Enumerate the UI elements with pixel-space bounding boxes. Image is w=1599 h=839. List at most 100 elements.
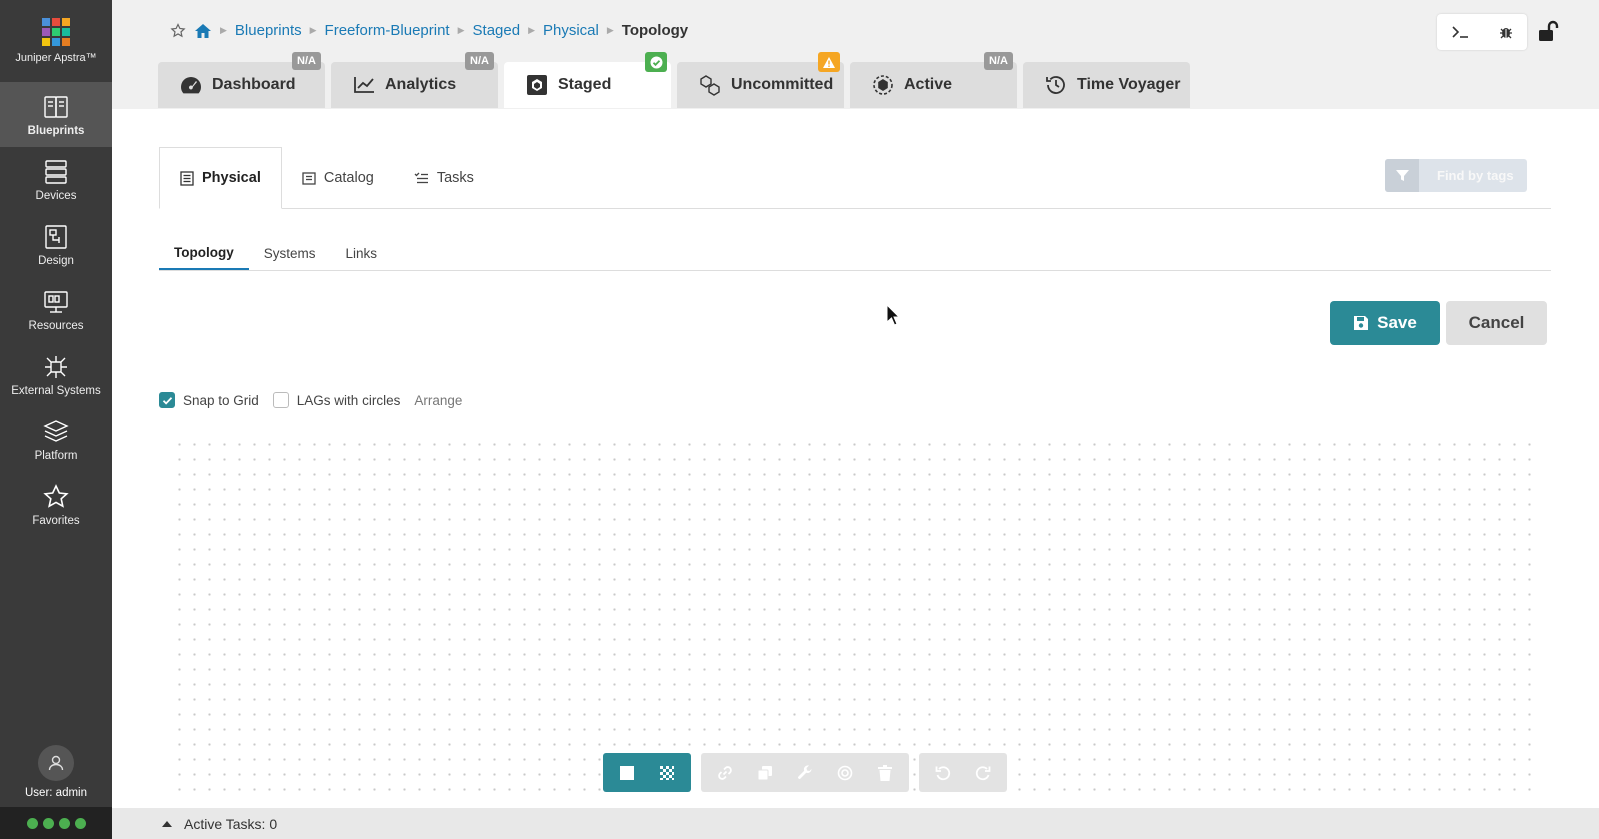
platform-icon xyxy=(43,419,69,442)
breadcrumb-separator-icon: ▶ xyxy=(528,25,535,35)
tab-uncommitted[interactable]: Uncommitted xyxy=(677,52,844,108)
tab-label: Time Voyager xyxy=(1077,76,1181,93)
undo-icon xyxy=(935,765,951,780)
sidebar-item-favorites[interactable]: Favorites xyxy=(0,472,112,537)
filter-icon xyxy=(1385,159,1419,192)
link-button[interactable] xyxy=(707,758,743,788)
viewtab-links[interactable]: Links xyxy=(331,236,393,270)
redo-icon xyxy=(975,765,991,780)
grid-pattern-icon xyxy=(660,765,674,780)
save-button[interactable]: Save xyxy=(1330,301,1440,345)
status-dot xyxy=(74,817,86,829)
lags-with-circles-checkbox[interactable] xyxy=(272,392,289,408)
lags-with-circles-label[interactable]: LAGs with circles xyxy=(297,393,401,408)
subtab-tasks[interactable]: Tasks xyxy=(394,147,494,209)
tab-badge: N/A xyxy=(292,52,321,70)
view-tabs: Topology Systems Links xyxy=(159,236,1551,271)
blueprint-tabs: Dashboard N/A Analytics N/A Staged Uncom… xyxy=(158,52,1190,108)
user-menu[interactable]: User: admin xyxy=(0,745,112,799)
logo[interactable]: Juniper Apstra™ xyxy=(0,0,112,82)
app-name: Juniper Apstra™ xyxy=(15,52,97,64)
sidebar-item-label: Design xyxy=(38,254,74,267)
tab-badge: N/A xyxy=(465,52,494,70)
tab-label: Active xyxy=(904,76,953,93)
breadcrumb-physical[interactable]: Physical xyxy=(543,22,599,39)
clone-button[interactable] xyxy=(747,758,783,788)
resources-icon xyxy=(44,290,68,313)
edit-button[interactable] xyxy=(787,758,823,788)
tab-label: Staged xyxy=(558,76,612,93)
topbar: ▶ Blueprints ▶ Freeform-Blueprint ▶ Stag… xyxy=(112,0,1599,109)
snap-to-grid-checkbox[interactable] xyxy=(159,392,175,408)
analytics-icon xyxy=(354,77,374,93)
design-icon xyxy=(45,224,67,249)
square-icon xyxy=(620,765,634,780)
apstra-logo-icon xyxy=(42,18,70,46)
top-actions xyxy=(1437,14,1527,50)
tab-label: Uncommitted xyxy=(731,76,834,93)
sidebar: Juniper Apstra™ Blueprints Devices Desig… xyxy=(0,0,112,839)
subtabs: Physical Catalog Tasks xyxy=(159,147,1551,209)
dashboard-icon xyxy=(181,77,201,94)
warning-badge-icon xyxy=(818,52,840,72)
breadcrumb-blueprint[interactable]: Freeform-Blueprint xyxy=(325,22,450,39)
unlock-icon[interactable] xyxy=(1537,20,1559,42)
arrange-button[interactable]: Arrange xyxy=(414,393,462,408)
breadcrumb-staged[interactable]: Staged xyxy=(473,22,521,39)
viewtab-topology[interactable]: Topology xyxy=(159,236,249,270)
tab-label: Dashboard xyxy=(212,76,296,93)
status-dot xyxy=(58,817,70,829)
toolbar-group-history xyxy=(919,753,1007,792)
cancel-button[interactable]: Cancel xyxy=(1446,301,1547,345)
sidebar-item-label: Devices xyxy=(35,189,77,202)
tab-time-voyager[interactable]: Time Voyager xyxy=(1023,62,1190,108)
topology-canvas[interactable] xyxy=(172,437,1541,798)
save-label: Save xyxy=(1377,313,1417,332)
undo-button[interactable] xyxy=(925,758,961,788)
subtab-label: Tasks xyxy=(436,170,474,186)
devices-icon xyxy=(45,159,67,184)
catalog-icon xyxy=(302,171,316,185)
target-icon xyxy=(837,765,853,780)
redo-button[interactable] xyxy=(965,758,1001,788)
sidebar-item-label: External Systems xyxy=(11,384,101,397)
sidebar-item-platform[interactable]: Platform xyxy=(0,407,112,472)
star-outline-icon[interactable] xyxy=(170,22,186,39)
sidebar-item-label: Favorites xyxy=(32,514,80,527)
link-icon xyxy=(718,765,732,780)
status-dot xyxy=(26,817,38,829)
user-label: User: admin xyxy=(25,787,87,799)
add-node-button[interactable] xyxy=(609,758,645,788)
tab-dashboard[interactable]: Dashboard N/A xyxy=(158,52,325,108)
sidebar-item-design[interactable]: Design xyxy=(0,212,112,277)
history-icon xyxy=(1046,76,1065,94)
sidebar-item-resources[interactable]: Resources xyxy=(0,277,112,342)
breadcrumb-blueprints[interactable]: Blueprints xyxy=(235,22,302,39)
bug-icon[interactable] xyxy=(1498,24,1514,40)
sidebar-item-external-systems[interactable]: External Systems xyxy=(0,342,112,407)
star-icon xyxy=(43,483,69,508)
status-dots[interactable] xyxy=(0,807,112,839)
add-group-button[interactable] xyxy=(649,758,685,788)
find-by-tags-button[interactable]: Find by tags xyxy=(1385,159,1527,192)
status-bar[interactable]: Active Tasks: 0 xyxy=(112,808,1599,839)
subtab-catalog[interactable]: Catalog xyxy=(282,147,394,209)
tab-analytics[interactable]: Analytics N/A xyxy=(331,52,498,108)
tab-label: Analytics xyxy=(385,76,457,93)
viewtab-systems[interactable]: Systems xyxy=(249,236,331,270)
snap-to-grid-label[interactable]: Snap to Grid xyxy=(183,393,259,408)
subtab-physical[interactable]: Physical xyxy=(159,147,282,209)
tab-active[interactable]: Active N/A xyxy=(850,52,1017,108)
sidebar-item-devices[interactable]: Devices xyxy=(0,147,112,212)
sidebar-item-blueprints[interactable]: Blueprints xyxy=(0,82,112,147)
tab-staged[interactable]: Staged xyxy=(504,52,671,108)
active-tasks-label: Active Tasks: 0 xyxy=(184,815,278,832)
breadcrumb-separator-icon: ▶ xyxy=(309,25,317,35)
home-icon[interactable] xyxy=(194,23,212,39)
sidebar-item-label: Platform xyxy=(34,449,78,462)
breadcrumb-separator-icon: ▶ xyxy=(220,25,227,35)
delete-button[interactable] xyxy=(867,758,903,788)
breadcrumb-current: Topology xyxy=(621,22,689,39)
terminal-icon[interactable] xyxy=(1451,24,1471,40)
select-button[interactable] xyxy=(827,758,863,788)
